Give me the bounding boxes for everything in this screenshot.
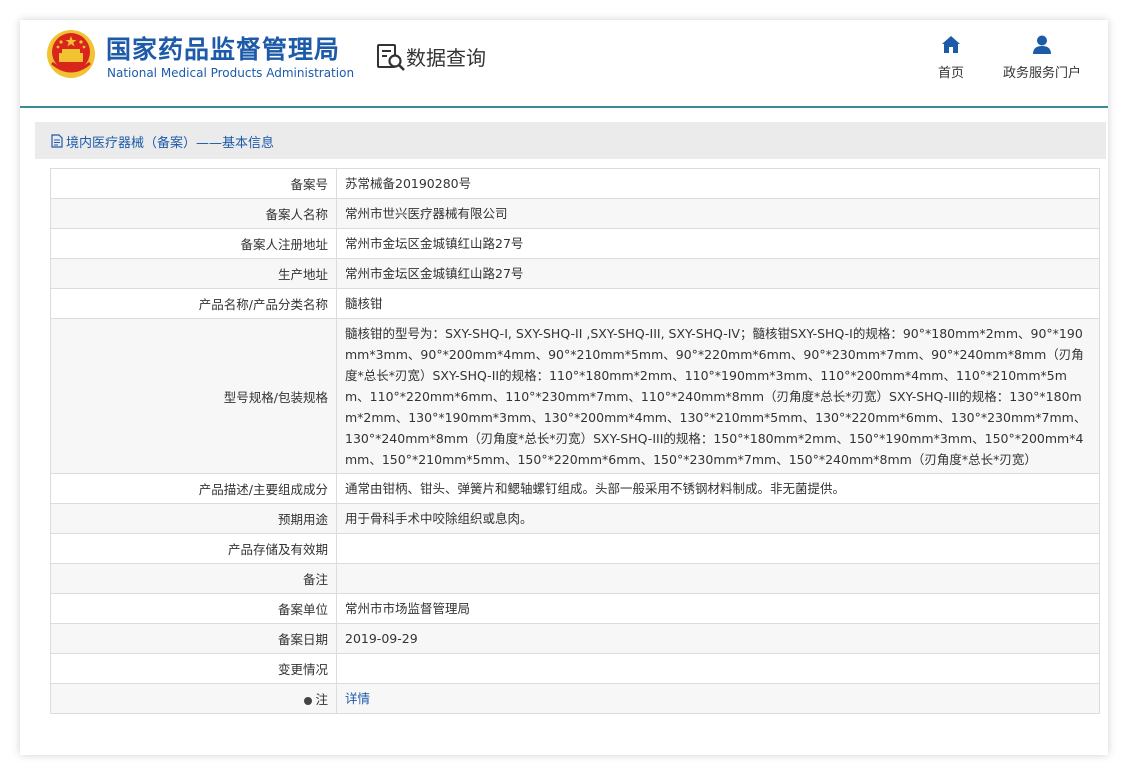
table-row: 备注: [50, 563, 1100, 594]
table-row: 产品描述/主要组成成分 通常由钳柄、钳头、弹簧片和鳃轴螺钉组成。头部一般采用不锈…: [50, 473, 1100, 504]
nav-home-label: 首页: [937, 66, 964, 81]
row-value: 常州市世兴医疗器械有限公司: [336, 198, 1100, 229]
row-label: 产品名称/产品分类名称: [50, 288, 337, 319]
table-row: 变更情况: [50, 653, 1100, 684]
row-label: 变更情况: [50, 653, 337, 684]
table-row: 注 详情: [50, 683, 1100, 714]
row-label: 备案日期: [50, 623, 337, 654]
row-value: 常州市金坛区金城镇红山路27号: [336, 228, 1100, 259]
row-value: 通常由钳柄、钳头、弹簧片和鳃轴螺钉组成。头部一般采用不锈钢材料制成。非无菌提供。: [336, 473, 1100, 504]
row-value: [336, 533, 1100, 564]
row-label: 备案人名称: [50, 198, 337, 229]
row-value: 2019-09-29: [336, 623, 1100, 654]
row-label: 生产地址: [50, 258, 337, 289]
table-row: 备案号 苏常械备20190280号: [50, 168, 1100, 199]
nav-service-portal-label: 政务服务门户: [1002, 66, 1081, 81]
content-panel: 境内医疗器械（备案）——基本信息 备案号 苏常械备20190280号 备案人名称…: [35, 122, 1106, 738]
table-row: 备案日期 2019-09-29: [50, 623, 1100, 654]
bulb-icon: [304, 696, 313, 705]
data-search-title: 数据查询: [406, 46, 486, 70]
home-icon: [942, 36, 960, 53]
row-label: 备案单位: [50, 593, 337, 624]
table-row: 备案人注册地址 常州市金坛区金城镇红山路27号: [50, 228, 1100, 259]
section-header: 境内医疗器械（备案）——基本信息: [35, 122, 1106, 159]
user-icon: [1033, 35, 1051, 54]
nav-home[interactable]: 首页: [928, 34, 974, 81]
row-value: 髓核钳: [336, 288, 1100, 319]
row-label: 产品存储及有效期: [50, 533, 337, 564]
row-label: 备案人注册地址: [50, 228, 337, 259]
table-row: 预期用途 用于骨科手术中咬除组织或息肉。: [50, 503, 1100, 534]
row-value: [336, 563, 1100, 594]
details-link[interactable]: 详情: [345, 691, 370, 706]
row-value: 常州市市场监督管理局: [336, 593, 1100, 624]
row-label: 预期用途: [50, 503, 337, 534]
note-label-cell: 注: [50, 683, 337, 714]
row-value: 髓核钳的型号为：SXY-SHQ-I, SXY-SHQ-II ,SXY-SHQ-I…: [336, 318, 1100, 474]
table-row: 产品存储及有效期: [50, 533, 1100, 564]
table-row: 备案单位 常州市市场监督管理局: [50, 593, 1100, 624]
row-value: 详情: [336, 683, 1100, 714]
page: 国家药品监督管理局 National Medical Products Admi…: [20, 20, 1108, 755]
table-row: 生产地址 常州市金坛区金城镇红山路27号: [50, 258, 1100, 289]
national-emblem-icon: [47, 30, 95, 78]
row-value: 常州市金坛区金城镇红山路27号: [336, 258, 1100, 289]
table-row: 型号规格/包装规格 髓核钳的型号为：SXY-SHQ-I, SXY-SHQ-II …: [50, 318, 1100, 474]
section-title: 境内医疗器械（备案）——基本信息: [66, 136, 275, 151]
document-icon: [51, 134, 63, 148]
site-logo-subtitle[interactable]: National Medical Products Administration: [107, 66, 354, 80]
row-label: 备注: [50, 563, 337, 594]
nav-service-portal[interactable]: 政务服务门户: [1000, 34, 1084, 81]
row-label: 产品描述/主要组成成分: [50, 473, 337, 504]
row-label: 型号规格/包装规格: [50, 318, 337, 474]
site-logo-title[interactable]: 国家药品监督管理局: [106, 30, 340, 66]
site-header: 国家药品监督管理局 National Medical Products Admi…: [20, 20, 1108, 108]
table-row: 产品名称/产品分类名称 髓核钳: [50, 288, 1100, 319]
table-row: 备案人名称 常州市世兴医疗器械有限公司: [50, 198, 1100, 229]
row-value: 用于骨科手术中咬除组织或息肉。: [336, 503, 1100, 534]
row-label: 备案号: [50, 168, 337, 199]
data-search-icon: [377, 44, 405, 71]
row-value: 苏常械备20190280号: [336, 168, 1100, 199]
row-value: [336, 653, 1100, 684]
row-label: 注: [315, 692, 328, 707]
info-table: 备案号 苏常械备20190280号 备案人名称 常州市世兴医疗器械有限公司 备案…: [50, 168, 1100, 714]
